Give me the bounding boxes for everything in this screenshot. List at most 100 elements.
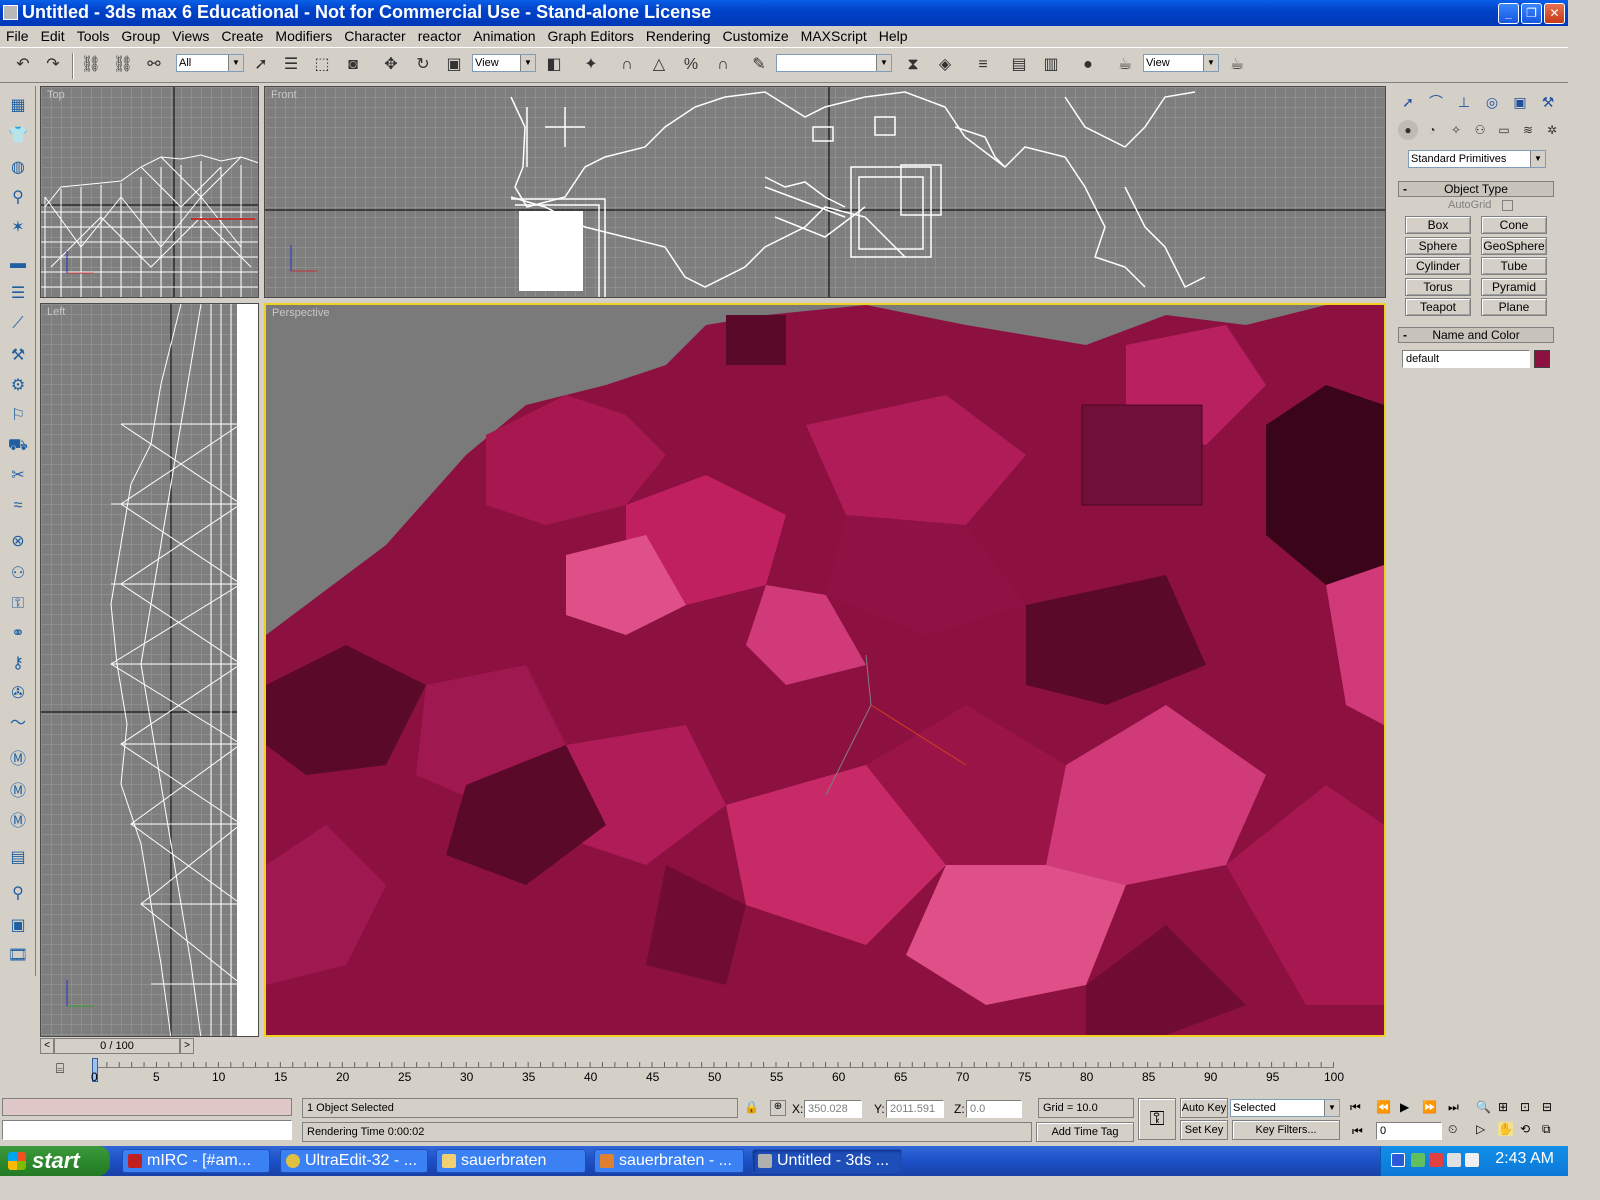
named-selection-dropdown[interactable]: ▼ (776, 54, 892, 72)
add-time-tag-button[interactable]: Add Time Tag (1036, 1122, 1134, 1142)
arc-rotate-icon[interactable]: ⟲ (1520, 1122, 1530, 1136)
time-slider[interactable]: < 0 / 100 > (40, 1038, 1386, 1056)
display-tab-icon[interactable]: ▣ (1508, 90, 1532, 114)
object-name-input[interactable]: default (1402, 350, 1530, 368)
angular-dashpot-icon[interactable]: ⚒ (6, 344, 30, 368)
geosphere-button[interactable]: GeoSphere (1481, 237, 1547, 255)
named-selection-icon[interactable]: ✎ (748, 54, 770, 76)
maximize-viewport-icon[interactable]: ⧉ (1542, 1122, 1551, 1137)
utilities-tab-icon[interactable]: ⚒ (1536, 90, 1560, 114)
reference-coordinate-dropdown[interactable]: View ▼ (472, 54, 536, 72)
viewport-perspective[interactable]: Perspective (264, 303, 1386, 1037)
zoom-extents-icon[interactable]: ⊡ (1520, 1100, 1530, 1114)
manipulate-icon[interactable]: ✦ (580, 54, 602, 76)
autogrid-checkbox[interactable] (1502, 200, 1513, 211)
selection-filter-dropdown[interactable]: All ▼ (176, 54, 244, 72)
close-button[interactable]: ✕ (1544, 3, 1565, 24)
category-dropdown[interactable]: Standard Primitives ▼ (1408, 150, 1546, 168)
rag-doll-icon[interactable]: ⚇ (6, 562, 30, 586)
name-and-color-rollout[interactable]: - Name and Color (1398, 327, 1554, 343)
viewport-label-perspective[interactable]: Perspective (272, 307, 329, 319)
rope-collection-icon[interactable]: ⚲ (6, 186, 30, 210)
absolute-mode-icon[interactable]: ⊕ (770, 1100, 786, 1116)
tube-button[interactable]: Tube (1481, 257, 1547, 275)
key-filters-button[interactable]: Key Filters... (1232, 1120, 1340, 1140)
rectangular-selection-icon[interactable]: ⬚ (311, 54, 333, 76)
angle-snap-icon[interactable]: △ (648, 54, 670, 76)
quick-render-icon[interactable]: ☕ (1226, 54, 1248, 76)
restore-button[interactable]: ❐ (1521, 3, 1542, 24)
spinner-snap-icon[interactable]: ∩ (712, 54, 734, 76)
network-icon[interactable] (1411, 1153, 1425, 1167)
start-button[interactable]: start (0, 1146, 110, 1176)
menu-tools[interactable]: Tools (71, 26, 116, 46)
motion-tab-icon[interactable]: ◎ (1480, 90, 1504, 114)
maxscript-listener-white[interactable] (2, 1120, 292, 1140)
lock-icon[interactable]: 🔒 (744, 1100, 760, 1116)
menu-help[interactable]: Help (873, 26, 914, 46)
pivot-center-icon[interactable]: ◧ (543, 54, 565, 76)
snaps-toggle-icon[interactable]: ∩ (616, 54, 638, 76)
task-sauerbraten[interactable]: sauerbraten - ... (594, 1149, 744, 1173)
constraint-solver-icon[interactable]: ⊗ (6, 530, 30, 554)
property-editor-icon[interactable]: ▤ (6, 846, 30, 870)
menu-maxscript[interactable]: MAXScript (795, 26, 873, 46)
rigid-body-collection-icon[interactable]: ▦ (6, 94, 30, 118)
chevron-left-icon[interactable]: < (40, 1038, 54, 1054)
messenger-icon[interactable] (1447, 1153, 1461, 1167)
viewport-label-left[interactable]: Left (47, 306, 65, 318)
zoom-all-icon[interactable]: ⊞ (1498, 1100, 1508, 1114)
menu-customize[interactable]: Customize (717, 26, 795, 46)
linear-dashpot-icon[interactable]: ⟋ (6, 312, 30, 336)
current-frame-field[interactable]: 0 (1376, 1122, 1442, 1140)
undo-icon[interactable]: ↶ (12, 54, 34, 76)
create-tab-icon[interactable]: ➚ (1396, 90, 1420, 114)
select-by-name-icon[interactable]: ☰ (280, 54, 302, 76)
space-warps-icon[interactable]: ≋ (1518, 120, 1538, 140)
select-and-scale-icon[interactable]: ▣ (443, 54, 465, 76)
time-configuration-icon[interactable]: ⏲ (1448, 1122, 1457, 1137)
rigid-body-modifier-icon[interactable]: Ⓜ (6, 748, 30, 772)
play-icon[interactable]: ▶ (1400, 1100, 1409, 1114)
pyramid-button[interactable]: Pyramid (1481, 278, 1547, 296)
layer-manager-icon[interactable]: ≡ (972, 54, 994, 76)
time-slider-thumb[interactable]: 0 / 100 (54, 1038, 180, 1054)
task-3dsmax[interactable]: Untitled - 3ds ... (752, 1149, 902, 1173)
helpers-icon[interactable]: ▭ (1494, 120, 1514, 140)
bind-space-warp-icon[interactable]: ⚯ (143, 54, 165, 76)
soft-body-modifier-icon[interactable]: Ⓜ (6, 810, 30, 834)
redo-icon[interactable]: ↷ (42, 54, 64, 76)
select-and-rotate-icon[interactable]: ↻ (412, 54, 434, 76)
menu-create[interactable]: Create (215, 26, 269, 46)
select-and-link-icon[interactable]: ⛓ (80, 54, 102, 76)
deforming-mesh-icon[interactable]: ✶ (6, 216, 30, 240)
water-icon[interactable]: ≈ (6, 494, 30, 518)
tray-app-icon[interactable] (1429, 1153, 1443, 1167)
motor-icon[interactable]: ⚙ (6, 374, 30, 398)
cloth-modifier-icon[interactable]: Ⓜ (6, 780, 30, 804)
task-mirc[interactable]: mIRC - [#am... (122, 1149, 270, 1173)
percent-snap-icon[interactable]: % (680, 54, 702, 76)
mirror-icon[interactable]: ⧗ (902, 54, 924, 76)
menu-reactor[interactable]: reactor (412, 26, 468, 46)
object-color-swatch[interactable] (1534, 350, 1550, 368)
wind-icon[interactable]: ⚐ (6, 404, 30, 428)
next-frame-icon[interactable]: ⏩ (1422, 1100, 1437, 1114)
auto-key-button[interactable]: Auto Key (1180, 1098, 1228, 1118)
viewport-front[interactable]: Front (264, 86, 1386, 298)
toy-car-icon[interactable]: ⛟ (6, 434, 30, 458)
teapot-button[interactable]: Teapot (1405, 298, 1471, 316)
menu-modifiers[interactable]: Modifiers (269, 26, 338, 46)
pan-icon[interactable]: ✋ (1498, 1122, 1513, 1136)
hierarchy-tab-icon[interactable]: ⊥ (1452, 90, 1476, 114)
chevron-left-icon[interactable] (1391, 1153, 1405, 1167)
zoom-extents-all-icon[interactable]: ⊟ (1542, 1100, 1552, 1114)
menu-edit[interactable]: Edit (35, 26, 71, 46)
point-to-point-icon[interactable]: ⚭ (6, 622, 30, 646)
z-coordinate-field[interactable]: 0.0 (966, 1100, 1022, 1118)
menu-views[interactable]: Views (166, 26, 215, 46)
viewport-top[interactable]: Top (40, 86, 259, 298)
menu-rendering[interactable]: Rendering (640, 26, 717, 46)
car-wheel-icon[interactable]: ✇ (6, 682, 30, 706)
fracture-icon[interactable]: ✂ (6, 464, 30, 488)
